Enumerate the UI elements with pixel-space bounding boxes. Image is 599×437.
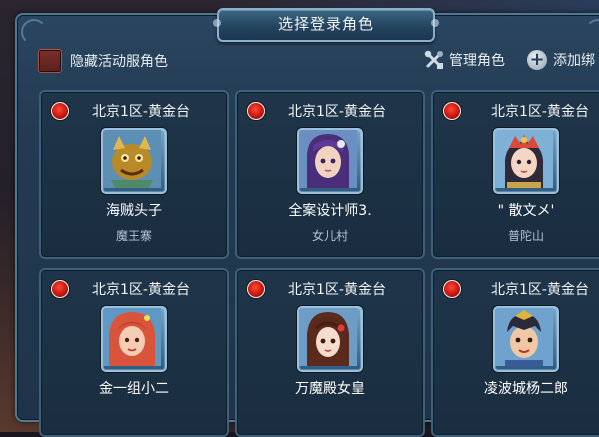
add-binding-label: 添加绑 bbox=[553, 53, 595, 69]
title-ornament-icon bbox=[213, 19, 221, 27]
character-card[interactable]: 北京1区-黄金台 " 散文メ' 普陀山 bbox=[431, 90, 599, 259]
manage-characters-button[interactable]: 管理角色 bbox=[423, 48, 505, 72]
brown-hair-girl-avatar-icon bbox=[297, 306, 363, 372]
server-name: 北京1区-黄金台 bbox=[491, 282, 589, 298]
add-binding-button[interactable]: + 添加绑 bbox=[527, 48, 595, 72]
character-name: 金一组小二 bbox=[99, 381, 169, 397]
crowned-girl-avatar-icon bbox=[493, 128, 559, 194]
server-name: 北京1区-黄金台 bbox=[92, 104, 190, 120]
hide-activity-server-label: 隐藏活动服角色 bbox=[70, 54, 168, 70]
warrior-boy-avatar-icon bbox=[493, 306, 559, 372]
dialog-toolbar: 隐藏活动服角色 管理角色 + 添加绑 bbox=[25, 35, 599, 73]
purple-hair-girl-avatar-icon bbox=[297, 128, 363, 194]
plus-icon: + bbox=[527, 50, 547, 70]
character-card[interactable]: 北京1区-黄金台 万魔殿女皇 bbox=[235, 268, 425, 437]
character-name: 万魔殿女皇 bbox=[295, 381, 365, 397]
character-sect: 魔王寨 bbox=[115, 229, 152, 243]
manage-characters-label: 管理角色 bbox=[449, 53, 505, 69]
server-name: 北京1区-黄金台 bbox=[288, 282, 386, 298]
server-name: 北京1区-黄金台 bbox=[92, 282, 190, 298]
hide-activity-server-checkbox[interactable] bbox=[38, 49, 62, 73]
character-card[interactable]: 北京1区-黄金台 海贼头子 魔王寨 bbox=[39, 90, 229, 259]
demon-king-avatar-icon bbox=[101, 128, 167, 194]
server-name: 北京1区-黄金台 bbox=[491, 104, 589, 120]
character-card[interactable]: 北京1区-黄金台 凌波城杨二郎 bbox=[431, 268, 599, 437]
character-name: 全案设计师3. bbox=[288, 203, 372, 219]
character-name: 凌波城杨二郎 bbox=[484, 381, 568, 397]
title-ornament-icon bbox=[431, 19, 439, 27]
character-name: " 散文メ' bbox=[497, 203, 555, 219]
character-sect: 女儿村 bbox=[311, 229, 348, 243]
character-card[interactable]: 北京1区-黄金台 金一组小二 bbox=[39, 268, 229, 437]
red-hair-girl-avatar-icon bbox=[101, 306, 167, 372]
character-sect: 普陀山 bbox=[507, 229, 544, 243]
tools-icon bbox=[424, 50, 443, 69]
character-name: 海贼头子 bbox=[106, 203, 162, 219]
server-name: 北京1区-黄金台 bbox=[288, 104, 386, 120]
character-card[interactable]: 北京1区-黄金台 全案设计师3. 女儿村 bbox=[235, 90, 425, 259]
dialog-title: 选择登录角色 bbox=[277, 15, 374, 33]
